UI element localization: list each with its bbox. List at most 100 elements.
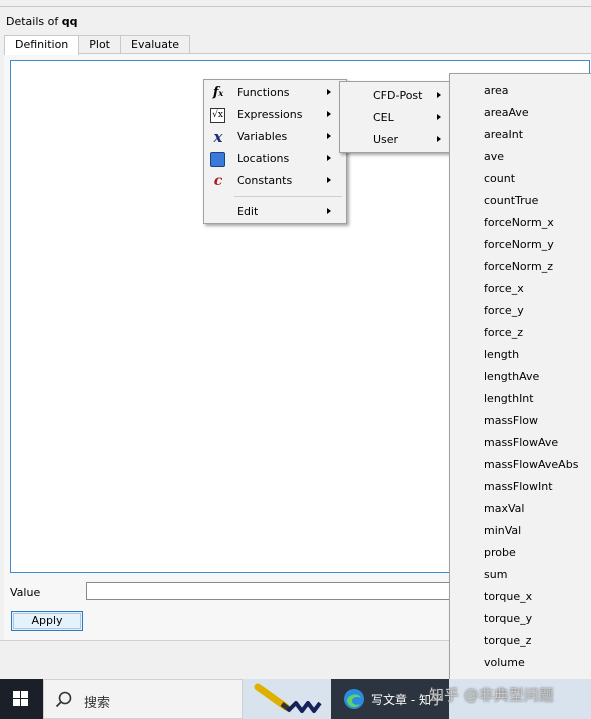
menu-item-function[interactable]: volume (450, 652, 591, 674)
search-icon (55, 691, 72, 708)
pen-pet-icon (254, 683, 322, 713)
menu-item-edit[interactable]: Edit (204, 201, 346, 223)
menu-item-function[interactable]: force_x (450, 278, 591, 300)
menu-item-function[interactable]: forceNorm_x (450, 212, 591, 234)
value-label: Value (10, 586, 41, 599)
menu-item-function[interactable]: lengthInt (450, 388, 591, 410)
menu-item-cfd-post[interactable]: CFD-Post (340, 85, 451, 107)
menu-item-function[interactable]: maxVal (450, 498, 591, 520)
menu-item-function[interactable]: torque_z (450, 630, 591, 652)
menu-item-function[interactable]: massFlowAveAbs (450, 454, 591, 476)
windows-logo-icon (21, 691, 28, 698)
start-button[interactable] (0, 679, 43, 719)
menu-item-label: Variables (237, 130, 288, 143)
search-label: 搜索 (84, 696, 111, 711)
edge-browser-icon (344, 689, 364, 709)
menu-item-label: Expressions (237, 108, 303, 121)
expression-icon: √x (210, 108, 225, 123)
menu-item-label: volume (484, 656, 525, 669)
menu-item-function[interactable]: probe (450, 542, 591, 564)
menu-item-function[interactable]: massFlowInt (450, 476, 591, 498)
menu-item-function[interactable]: forceNorm_y (450, 234, 591, 256)
menu-item-function[interactable]: torque_y (450, 608, 591, 630)
tab-definition[interactable]: Definition (4, 35, 80, 55)
menu-item-label: forceNorm_x (484, 216, 554, 229)
apply-button[interactable]: Apply (11, 611, 83, 631)
menu-separator (234, 196, 342, 197)
menu-item-label: maxVal (484, 502, 525, 515)
submenu-arrow-icon (327, 111, 331, 117)
variable-icon: x (213, 128, 223, 146)
location-icon (210, 152, 225, 167)
menu-item-label: Constants (237, 174, 293, 187)
menu-item-function[interactable]: area (450, 80, 591, 102)
submenu-arrow-icon (327, 133, 331, 139)
constant-icon: c (213, 173, 223, 189)
details-title: Details of qq (6, 15, 77, 28)
menu-item-function[interactable]: length (450, 344, 591, 366)
menu-item-label: User (373, 133, 399, 146)
menu-item-label: countTrue (484, 194, 539, 207)
cfd-post-function-list: area areaAve areaInt ave count countTrue force… (449, 73, 591, 719)
menu-item-label: massFlowAve (484, 436, 559, 449)
menu-item-function[interactable]: forceNorm_z (450, 256, 591, 278)
function-fx-icon: fx (212, 85, 224, 100)
menu-item-functions[interactable]: fx Functions (204, 82, 346, 104)
tab-plot[interactable]: Plot (78, 35, 121, 54)
menu-item-label: torque_x (484, 590, 533, 603)
menu-item-expressions[interactable]: √x Expressions (204, 104, 346, 126)
menu-item-locations[interactable]: Locations (204, 148, 346, 170)
menu-item-function[interactable]: count (450, 168, 591, 190)
menu-item-label: minVal (484, 524, 522, 537)
menu-item-constants[interactable]: c Constants (204, 170, 346, 192)
functions-submenu: CFD-Post CEL User (339, 81, 452, 153)
menu-item-label: Functions (237, 86, 290, 99)
menu-item-label: force_y (484, 304, 524, 317)
menu-item-label: force_x (484, 282, 524, 295)
menu-item-function[interactable]: ave (450, 146, 591, 168)
menu-item-cel[interactable]: CEL (340, 107, 451, 129)
menu-item-function[interactable]: lengthAve (450, 366, 591, 388)
windows-logo-icon (13, 691, 20, 698)
menu-item-user[interactable]: User (340, 129, 451, 151)
menu-item-label: torque_y (484, 612, 533, 625)
menu-item-label: ave (484, 150, 505, 163)
tab-evaluate[interactable]: Evaluate (120, 35, 191, 54)
details-prefix: Details of (6, 15, 62, 28)
menu-item-label: CEL (373, 111, 394, 124)
menu-item-function[interactable]: force_y (450, 300, 591, 322)
menu-item-label: areaInt (484, 128, 524, 141)
submenu-arrow-icon (327, 89, 331, 95)
menu-item-label: massFlowInt (484, 480, 553, 493)
menu-item-label: massFlowAveAbs (484, 458, 579, 471)
windows-logo-icon (13, 699, 20, 706)
menu-item-function[interactable]: force_z (450, 322, 591, 344)
menu-item-function[interactable]: massFlow (450, 410, 591, 432)
menu-item-label: sum (484, 568, 508, 581)
taskbar-search[interactable]: 搜索 (43, 679, 243, 719)
windows-logo-icon (21, 699, 28, 706)
menu-item-label: forceNorm_z (484, 260, 553, 273)
menu-item-variables[interactable]: x Variables (204, 126, 346, 148)
menu-item-function[interactable]: areaAve (450, 102, 591, 124)
menu-item-label: areaAve (484, 106, 529, 119)
menu-item-function[interactable]: sum (450, 564, 591, 586)
value-field[interactable] (86, 582, 466, 600)
submenu-arrow-icon (437, 92, 441, 98)
menu-item-label: probe (484, 546, 516, 559)
menu-item-label: Edit (237, 205, 259, 218)
menu-item-label: count (484, 172, 516, 185)
window-top-strip (0, 0, 591, 7)
menu-item-function[interactable]: torque_x (450, 586, 591, 608)
menu-item-label: length (484, 348, 520, 361)
submenu-arrow-icon (327, 177, 331, 183)
menu-item-function[interactable]: countTrue (450, 190, 591, 212)
insert-context-menu: fx Functions √x Expressions x Variables … (203, 79, 347, 224)
menu-item-function[interactable]: areaInt (450, 124, 591, 146)
menu-item-label: CFD-Post (373, 89, 423, 102)
tab-bar: Definition Plot Evaluate (4, 35, 191, 55)
menu-item-function[interactable]: minVal (450, 520, 591, 542)
menu-item-function[interactable]: massFlowAve (450, 432, 591, 454)
submenu-arrow-icon (437, 114, 441, 120)
submenu-arrow-icon (327, 208, 331, 214)
